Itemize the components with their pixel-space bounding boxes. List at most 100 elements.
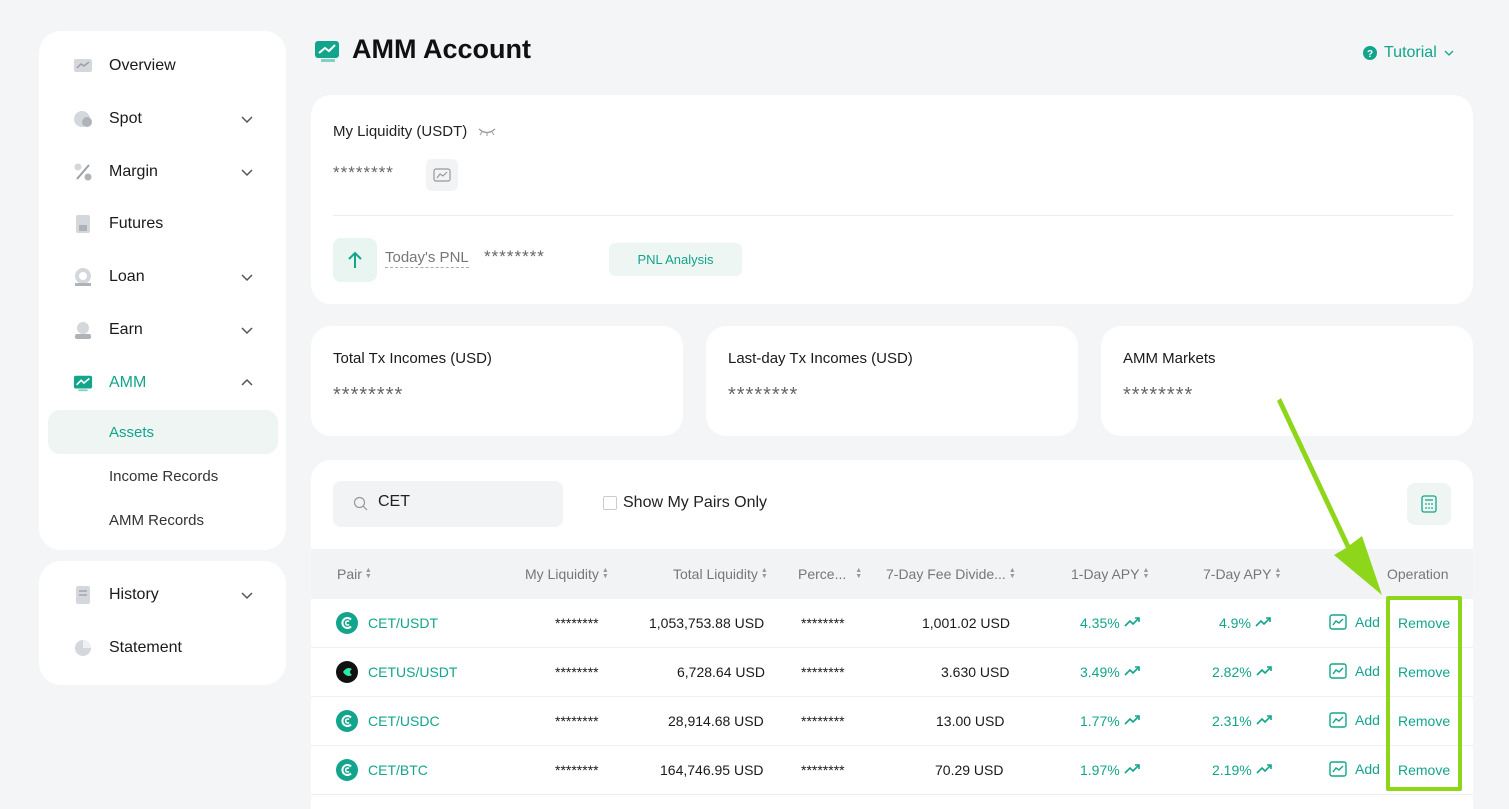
apy-7day-cell: 4.9% [1219,615,1271,631]
remove-liquidity-button[interactable]: Remove [1398,713,1450,729]
sidebar-secondary: History Statement [39,561,286,685]
sidebar-item-statement[interactable]: Statement [39,628,286,668]
pair-link[interactable]: CET/USDC [368,713,440,729]
add-liquidity-button[interactable]: Add [1329,663,1380,679]
column-header-total-liquidity[interactable]: Total Liquidity ▲ ▼ [673,566,768,582]
chart-icon [433,168,451,182]
total-tx-incomes-card: Total Tx Incomes (USD) ******** [311,326,683,436]
sidebar-item-label: Statement [109,639,182,656]
remove-liquidity-button[interactable]: Remove [1398,664,1450,680]
column-header-1day-apy[interactable]: 1-Day APY ▲ ▼ [1071,566,1149,582]
column-header-label: Perce... [798,566,847,582]
add-liquidity-button[interactable]: Add [1329,712,1380,728]
percent-cell: ******** [801,762,845,778]
sidebar-item-margin[interactable]: Margin [39,152,286,192]
my-liquidity-title: My Liquidity (USDT) [333,123,497,140]
add-liquidity-button[interactable]: Add [1329,761,1380,777]
chevron-down-icon [1444,50,1454,56]
sidebar-item-label: History [109,586,159,603]
liquidity-chart-button[interactable] [426,159,458,191]
chevron-down-icon [241,274,253,282]
overview-icon [73,56,93,76]
sidebar-subitem-income-records[interactable]: Income Records [48,454,278,498]
remove-liquidity-button[interactable]: Remove [1398,615,1450,631]
trend-up-icon [1124,666,1140,676]
todays-pnl-label[interactable]: Today's PNL [385,249,469,268]
eye-closed-icon[interactable] [477,126,497,138]
chart-icon [1329,663,1347,679]
pnl-up-indicator [333,238,377,282]
total-liquidity-cell: 1,053,753.88 USD [649,615,765,631]
sidebar-item-history[interactable]: History [39,575,286,615]
add-label: Add [1355,614,1380,630]
total-liquidity-cell: 6,728.64 USD [677,664,765,680]
sidebar-item-spot[interactable]: Spot [39,99,286,139]
apy-1day-cell: 1.97% [1080,762,1140,778]
sidebar-subitem-amm-records[interactable]: AMM Records [48,498,278,542]
apy-value: 4.35% [1080,615,1120,631]
chevron-up-icon [241,378,253,386]
sidebar-item-label: AMM [109,374,147,391]
percent-cell: ******** [801,664,845,680]
trend-up-icon [1124,715,1140,725]
fee-dividend-cell: 1,001.02 USD [922,615,1010,631]
add-label: Add [1355,712,1380,728]
spot-icon [73,109,93,129]
stat-label: Last-day Tx Incomes (USD) [728,350,913,367]
apy-value: 2.82% [1212,664,1252,680]
table-header: Pair ▲ ▼ My Liquidity ▲ ▼ Total Liquidity ▲ ▼ … [311,549,1473,599]
sidebar-item-loan[interactable]: Loan [39,257,286,297]
fee-dividend-cell: 13.00 USD [936,713,1005,729]
column-header-7day-apy[interactable]: 7-Day APY ▲ ▼ [1203,566,1281,582]
total-liquidity-cell: 164,746.95 USD [660,762,764,778]
stat-value: ******** [333,384,404,406]
column-header-pair[interactable]: Pair ▲ ▼ [337,566,372,582]
column-header-my-liquidity[interactable]: My Liquidity ▲ ▼ [525,566,609,582]
sidebar-item-label: Overview [109,57,176,74]
sidebar-item-overview[interactable]: Overview [39,46,286,86]
tutorial-dropdown[interactable]: ? Tutorial [1362,44,1455,62]
sidebar-item-futures[interactable]: Futures [39,204,286,244]
my-liquidity-cell: ******** [555,762,599,778]
help-icon: ? [1363,46,1377,60]
add-liquidity-button[interactable]: Add [1329,614,1380,630]
sidebar-item-earn[interactable]: Earn [39,310,286,350]
divider [333,215,1453,216]
column-header-label: Total Liquidity [673,566,758,582]
apy-value: 1.97% [1080,762,1120,778]
cetus-coin-icon [336,661,358,683]
column-header-percent[interactable]: Perce... ▲ ▼ [798,566,862,582]
sidebar-subitem-assets[interactable]: Assets [48,410,278,454]
my-liquidity-card: My Liquidity (USDT) ******** Today's PNL… [311,95,1473,304]
table-row: CET/USDT ******** 1,053,753.88 USD *****… [311,599,1473,648]
trend-up-icon [1124,617,1140,627]
column-header-label: 7-Day APY [1203,566,1272,582]
pnl-analysis-button[interactable]: PNL Analysis [609,243,742,276]
add-label: Add [1355,761,1380,777]
show-my-pairs-checkbox[interactable] [603,496,617,510]
apy-value: 2.19% [1212,762,1252,778]
column-header-fee-dividend[interactable]: 7-Day Fee Divide... ▲ ▼ [886,566,1016,582]
stat-value: ******** [1123,384,1194,406]
stat-label: Total Tx Incomes (USD) [333,350,492,367]
calculator-button[interactable] [1407,483,1451,525]
remove-liquidity-button[interactable]: Remove [1398,762,1450,778]
apy-7day-cell: 2.82% [1212,664,1272,680]
sidebar-item-label: Margin [109,163,158,180]
add-label: Add [1355,663,1380,679]
apy-value: 1.77% [1080,713,1120,729]
chevron-down-icon [241,327,253,335]
show-my-pairs-toggle[interactable]: Show My Pairs Only [603,494,767,512]
search-input[interactable] [378,493,548,511]
pair-link[interactable]: CET/USDT [368,615,438,631]
pair-link[interactable]: CETUS/USDT [368,664,457,680]
svg-text:?: ? [1367,49,1373,60]
sidebar-item-amm[interactable]: AMM [39,363,286,403]
earn-icon [73,320,93,340]
apy-1day-cell: 1.77% [1080,713,1140,729]
trend-up-icon [1255,617,1271,627]
column-header-label: Operation [1387,566,1449,582]
apy-value: 4.9% [1219,615,1251,631]
pair-link[interactable]: CET/BTC [368,762,428,778]
pair-search[interactable] [333,481,563,527]
